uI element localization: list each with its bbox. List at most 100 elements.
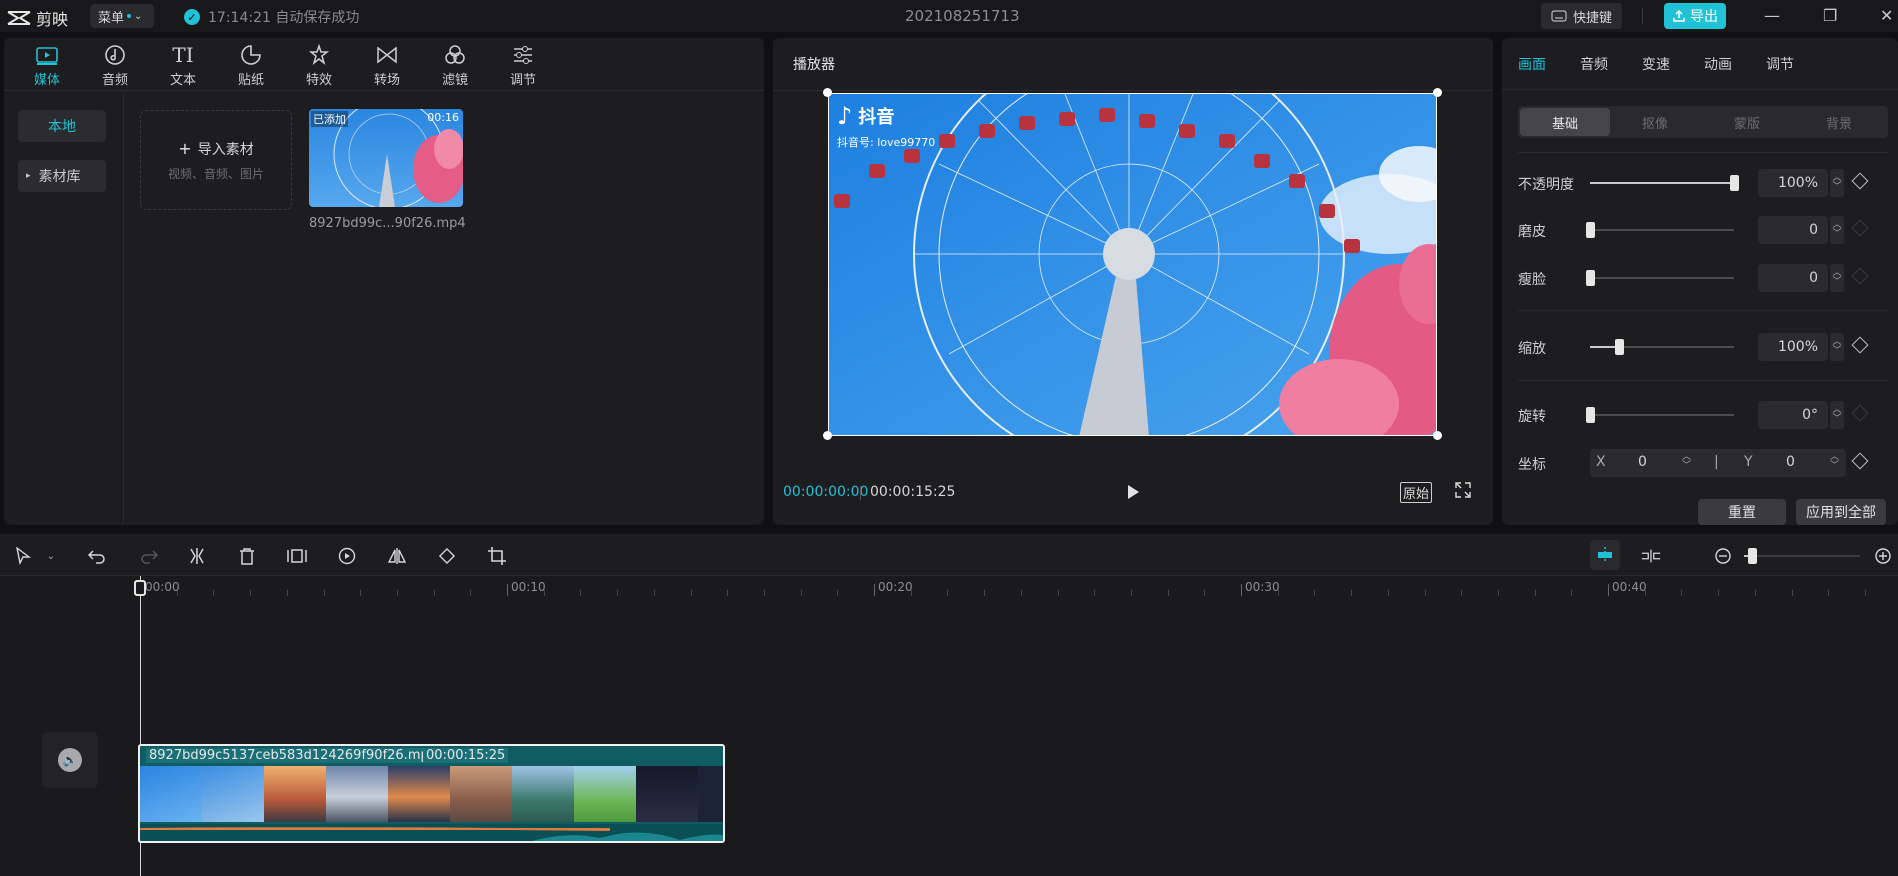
menu-button[interactable]: 菜单 ⌄ (90, 4, 154, 28)
ratio-button[interactable]: 原始 (1400, 482, 1433, 503)
video-preview[interactable]: ♪ 抖音 抖音号: love99770 (828, 93, 1437, 436)
keyframe-icon[interactable] (1851, 452, 1869, 470)
close-icon[interactable]: ✕ (1880, 6, 1893, 25)
redo-button[interactable] (138, 545, 160, 567)
ruler-tick (690, 590, 692, 596)
zoom-in-button[interactable] (1872, 545, 1894, 567)
position-input[interactable]: X 0 ︿ ﹀ | Y 0 ︿ ﹀ (1590, 449, 1846, 477)
hotkey-button[interactable]: 快捷键 (1541, 3, 1622, 29)
slider-knob[interactable] (1748, 548, 1757, 564)
restore-icon[interactable]: ❐ (1823, 6, 1837, 25)
tab-text[interactable]: TI 文本 (156, 42, 210, 89)
speaker-icon[interactable]: 🔈 (58, 748, 82, 772)
reset-button[interactable]: 重置 (1698, 499, 1786, 525)
smooth-value[interactable]: 0 (1758, 216, 1828, 244)
export-button[interactable]: 导出 (1664, 3, 1726, 29)
y-value[interactable]: 0 (1786, 454, 1795, 470)
keyframe-icon[interactable] (1851, 267, 1869, 285)
nav-local[interactable]: 本地 (18, 110, 106, 142)
fullscreen-button[interactable] (1455, 482, 1471, 502)
tab-animation[interactable]: 动画 (1704, 54, 1732, 74)
opacity-value[interactable]: 100% (1758, 169, 1828, 197)
keyframe-icon[interactable] (1851, 336, 1869, 354)
sub-tabs: 基础 抠像 蒙版 背景 (1518, 106, 1888, 138)
stepper[interactable]: ︿ ﹀ (1830, 401, 1844, 429)
chevron-down-icon[interactable]: ⌄ (40, 545, 62, 567)
x-value[interactable]: 0 (1638, 454, 1647, 470)
y-stepper[interactable]: ︿ ﹀ (1830, 453, 1839, 471)
tab-media[interactable]: 媒体 (20, 42, 74, 88)
sticker-icon (241, 44, 261, 65)
opacity-slider[interactable] (1590, 175, 1739, 191)
stepper[interactable]: ︿ ﹀ (1830, 169, 1844, 197)
coord-divider: | (1714, 454, 1719, 470)
rotate-slider[interactable] (1586, 407, 1734, 423)
tab-speed[interactable]: 变速 (1642, 54, 1670, 74)
slider-knob[interactable] (1586, 222, 1595, 238)
ruler-tick (1057, 590, 1059, 596)
split-button[interactable] (186, 545, 208, 567)
tab-effects[interactable]: 特效 (292, 42, 346, 88)
tab-prop-audio[interactable]: 音频 (1580, 54, 1608, 74)
tab-filter[interactable]: 滤镜 (428, 42, 482, 88)
frame-thumbnail (388, 766, 450, 822)
import-media-area[interactable]: + 导入素材 视频、音频、图片 (140, 110, 292, 210)
keyframe-icon[interactable] (1851, 219, 1869, 237)
reverse-button[interactable] (336, 545, 358, 567)
slider-knob[interactable] (1586, 407, 1595, 423)
slider-knob[interactable] (1614, 339, 1624, 355)
freeze-button[interactable] (286, 545, 308, 567)
slim-value[interactable]: 0 (1758, 264, 1828, 292)
tab-sticker[interactable]: 贴纸 (224, 42, 278, 88)
zoom-slider[interactable] (1744, 548, 1860, 564)
apply-all-button[interactable]: 应用到全部 (1796, 499, 1886, 525)
resize-handle[interactable] (1433, 88, 1442, 97)
tab-prop-adjust[interactable]: 调节 (1766, 54, 1794, 74)
resize-handle[interactable] (823, 88, 832, 97)
keyframe-icon[interactable] (1851, 404, 1869, 422)
keyframe-icon[interactable] (1851, 172, 1869, 190)
crop-button[interactable] (486, 545, 508, 567)
play-button[interactable] (1125, 483, 1141, 505)
subtab-background[interactable]: 背景 (1826, 113, 1852, 132)
subtab-mask[interactable]: 蒙版 (1734, 113, 1760, 132)
resize-handle[interactable] (823, 431, 832, 440)
slider-knob[interactable] (1586, 270, 1595, 286)
x-stepper[interactable]: ︿ ﹀ (1682, 453, 1691, 471)
link-toggle[interactable] (1640, 545, 1662, 567)
scale-slider[interactable] (1590, 339, 1734, 355)
subtab-basic[interactable]: 基础 (1520, 108, 1610, 136)
undo-button[interactable] (86, 545, 108, 567)
stepper[interactable]: ︿ ﹀ (1830, 264, 1844, 292)
snap-toggle[interactable] (1590, 540, 1620, 570)
resize-handle[interactable] (1433, 431, 1442, 440)
minimize-icon[interactable]: — (1764, 6, 1780, 25)
timeline-video-clip[interactable]: 8927bd99c5137ceb583d124269f90f26.mp4 00:… (138, 744, 725, 843)
ruler-tick (470, 590, 472, 596)
tab-transition[interactable]: 转场 (360, 42, 414, 88)
slim-slider[interactable] (1586, 270, 1734, 286)
tab-picture[interactable]: 画面 (1518, 54, 1546, 74)
media-clip-thumbnail[interactable]: 已添加 00:16 (309, 109, 463, 207)
tab-adjust[interactable]: 调节 (496, 42, 550, 88)
rotate-button[interactable] (436, 545, 458, 567)
select-tool[interactable] (12, 545, 34, 567)
subtab-cutout[interactable]: 抠像 (1642, 113, 1668, 132)
mirror-button[interactable] (386, 545, 408, 567)
delete-button[interactable] (236, 545, 258, 567)
ruler-label: 00:10 (511, 580, 546, 594)
rotate-row: 旋转 0° ︿ ﹀ (1518, 400, 1888, 430)
scale-value[interactable]: 100% (1758, 333, 1828, 361)
nav-library[interactable]: ▸ 素材库 (18, 160, 106, 192)
playhead-handle[interactable] (134, 580, 146, 596)
smooth-slider[interactable] (1586, 222, 1734, 238)
stepper[interactable]: ︿ ﹀ (1830, 333, 1844, 361)
zoom-out-button[interactable] (1712, 545, 1734, 567)
rotate-value[interactable]: 0° (1758, 401, 1828, 429)
tab-audio[interactable]: 音频 (88, 42, 142, 88)
slider-knob[interactable] (1730, 175, 1739, 191)
stepper[interactable]: ︿ ﹀ (1830, 216, 1844, 244)
media-left-nav: 本地 ▸ 素材库 (4, 92, 124, 525)
divider (1518, 152, 1888, 153)
time-ruler[interactable]: 00:00 00:10 00:20 00:30 00:40 (0, 576, 1898, 602)
